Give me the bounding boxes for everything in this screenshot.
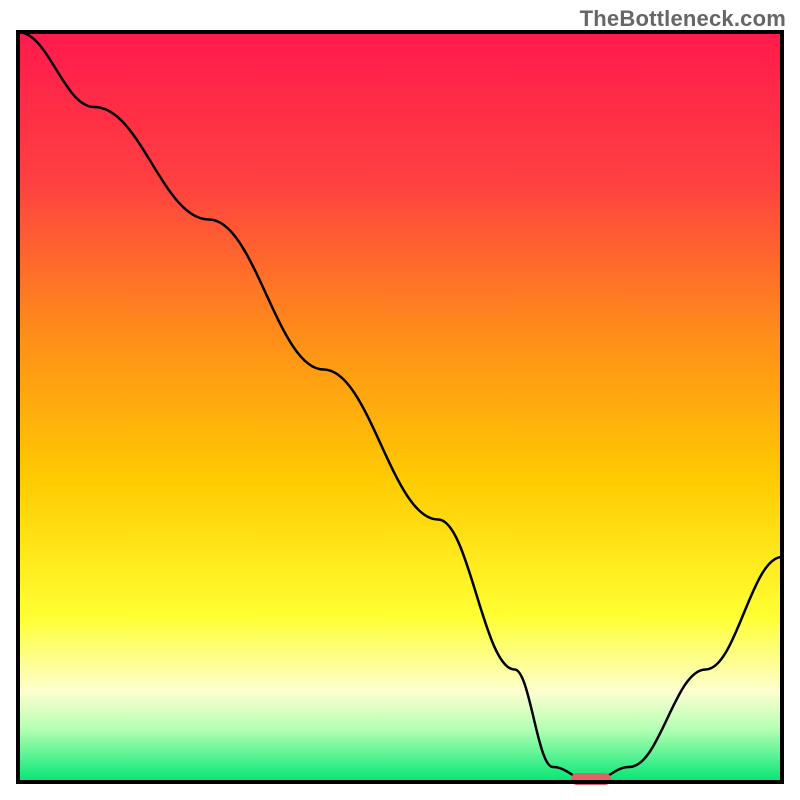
watermark-text: TheBottleneck.com [580, 6, 786, 32]
plot-background [18, 32, 782, 782]
bottleneck-chart [0, 0, 800, 800]
chart-frame: TheBottleneck.com [0, 0, 800, 800]
